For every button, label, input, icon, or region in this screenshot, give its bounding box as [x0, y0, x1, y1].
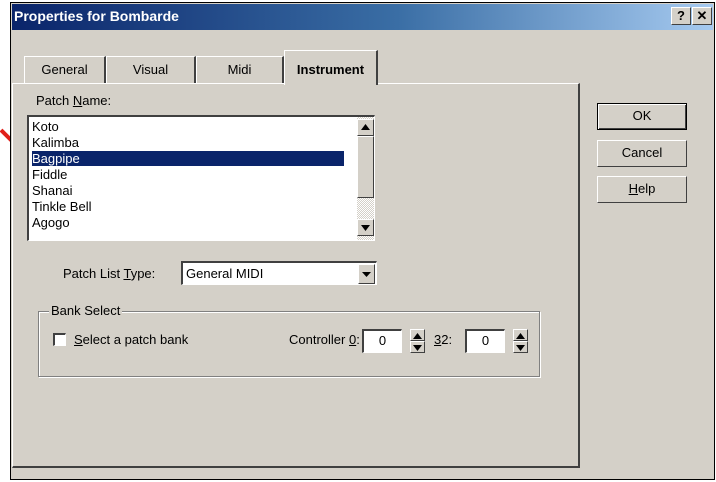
controller-32-input[interactable]: 0 — [465, 329, 505, 353]
list-item[interactable]: Tinkle Bell — [32, 199, 91, 214]
spin-down-icon[interactable] — [410, 341, 425, 353]
arrow-up-icon — [361, 124, 370, 130]
arrow-down-icon — [361, 225, 370, 231]
list-item-selected[interactable]: Bagpipe — [32, 151, 344, 166]
bank-select-label: Bank Select — [49, 303, 123, 318]
ok-button[interactable]: OK — [597, 103, 687, 130]
patch-list-type-label: Patch List Type: — [63, 266, 156, 281]
controller-0-spinner[interactable] — [410, 329, 425, 353]
controller-0-input[interactable]: 0 — [362, 329, 402, 353]
tab-instrument[interactable]: Instrument — [284, 50, 378, 85]
patch-name-label: Patch Name: — [36, 93, 112, 108]
controller-0-label: Controller 0: — [289, 332, 360, 347]
list-item[interactable]: Kalimba — [32, 135, 79, 150]
title-bar: Properties for Bombarde ? ✕ — [12, 4, 713, 30]
tab-general[interactable]: General — [24, 56, 106, 84]
help-button[interactable]: Help — [597, 176, 687, 203]
patch-listbox[interactable]: Koto Kalimba Bagpipe Fiddle Shanai Tinkl… — [27, 115, 375, 241]
tab-general-label: General — [41, 62, 88, 77]
tab-midi[interactable]: Midi — [196, 56, 284, 84]
scroll-down-button[interactable] — [357, 219, 374, 236]
help-title-button[interactable]: ? — [671, 7, 691, 25]
chevron-down-icon — [362, 272, 371, 277]
patch-bank-checkbox[interactable] — [53, 333, 66, 346]
dropdown-button[interactable] — [358, 264, 375, 284]
tab-visual[interactable]: Visual — [106, 56, 196, 84]
close-icon[interactable]: ✕ — [692, 7, 712, 25]
spin-up-icon[interactable] — [410, 329, 425, 341]
list-item[interactable]: Koto — [32, 119, 59, 134]
patch-list-type-select[interactable]: General MIDI — [181, 261, 377, 285]
cancel-button[interactable]: Cancel — [597, 140, 687, 167]
tab-instrument-label: Instrument — [296, 62, 365, 77]
spin-up-icon[interactable] — [513, 329, 528, 341]
tab-midi-label: Midi — [227, 62, 252, 77]
window-title: Properties for Bombarde — [14, 8, 179, 24]
patch-bank-checkbox-label: Select a patch bank — [74, 332, 189, 347]
scroll-thumb[interactable] — [357, 136, 374, 198]
tab-visual-label: Visual — [132, 62, 169, 77]
scroll-up-button[interactable] — [357, 119, 374, 136]
spin-down-icon[interactable] — [513, 341, 528, 353]
controller-32-spinner[interactable] — [513, 329, 528, 353]
list-item[interactable]: Shanai — [32, 183, 72, 198]
patch-list-scrollbar[interactable] — [357, 117, 374, 240]
list-item[interactable]: Fiddle — [32, 167, 67, 182]
patch-list-type-value: General MIDI — [186, 266, 264, 281]
list-item[interactable]: Agogo — [32, 215, 70, 230]
controller-32-label: 32: — [434, 332, 453, 347]
